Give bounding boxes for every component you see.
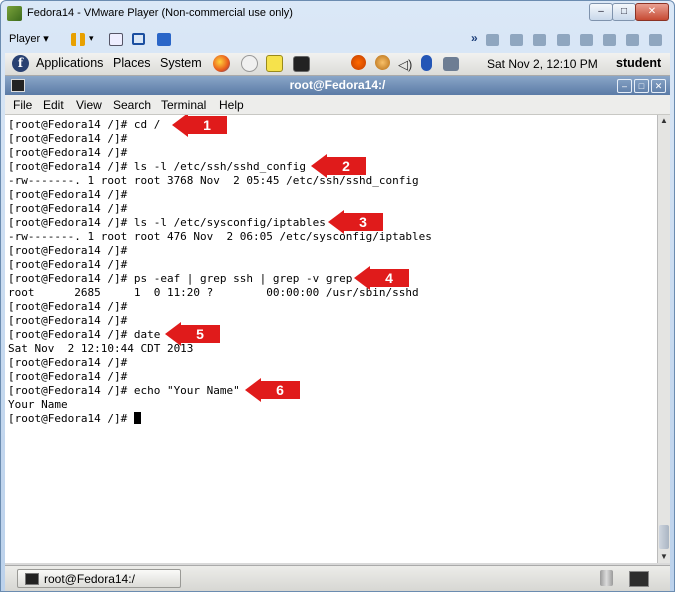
terminal-output[interactable]: [root@Fedora14 /]# cd / [root@Fedora14 /… — [5, 115, 657, 563]
trash-icon[interactable] — [600, 570, 613, 586]
terminal-prompt-line: [root@Fedora14 /]# — [8, 412, 432, 426]
terminal-line: [root@Fedora14 /]# — [8, 300, 128, 313]
workspace-switcher-icon[interactable] — [629, 571, 649, 587]
vmware-player-window: Fedora14 - VMware Player (Non-commercial… — [0, 0, 675, 592]
annotation-number: 4 — [369, 269, 409, 287]
text-editor-icon[interactable] — [266, 55, 283, 72]
evolution-mail-icon[interactable] — [241, 55, 258, 72]
volume-icon[interactable]: ◁) — [398, 57, 412, 73]
panel-user-name[interactable]: student — [616, 56, 661, 70]
terminal-line: -rw-------. 1 root root 3768 Nov 2 05:45… — [8, 174, 419, 187]
terminal-line: Your Name — [8, 398, 68, 411]
gnome-bottom-panel: root@Fedora14:/ — [5, 565, 670, 591]
player-menu-button[interactable]: Player ▾ — [9, 32, 49, 45]
text-cursor — [133, 412, 141, 424]
taskbar-item-label: root@Fedora14:/ — [44, 572, 135, 586]
annotation-number: 6 — [260, 381, 300, 399]
terminal-maximize-button[interactable]: □ — [634, 79, 649, 93]
more-devices-icon[interactable]: » — [471, 31, 478, 45]
terminal-titlebar[interactable]: root@Fedora14:/ – □ ✕ — [5, 76, 670, 95]
fedora-logo-icon[interactable]: f — [12, 55, 29, 72]
firefox-icon[interactable] — [213, 55, 230, 72]
terminal-line: [root@Fedora14 /]# — [8, 188, 128, 201]
places-menu[interactable]: Places — [113, 56, 151, 70]
arrow-left-icon — [172, 115, 188, 137]
applications-menu[interactable]: Applications — [36, 56, 103, 70]
taskbar-item-terminal[interactable]: root@Fedora14:/ — [17, 569, 181, 588]
close-button[interactable]: ✕ — [635, 3, 669, 21]
terminal-minimize-button[interactable]: – — [617, 79, 632, 93]
terminal-close-button[interactable]: ✕ — [651, 79, 666, 93]
sound-card-icon[interactable] — [626, 34, 639, 46]
printer-icon[interactable] — [580, 34, 593, 46]
system-menu[interactable]: System — [160, 56, 202, 70]
message-log-icon[interactable] — [649, 34, 662, 46]
arrow-left-icon — [245, 378, 261, 402]
arrow-left-icon — [354, 266, 370, 290]
terminal-title: root@Fedora14:/ — [289, 78, 386, 92]
network-manager-icon[interactable] — [375, 55, 390, 70]
hard-disk-icon[interactable] — [486, 34, 499, 46]
scroll-down-icon[interactable]: ▼ — [658, 551, 670, 563]
floppy-icon[interactable] — [533, 34, 546, 46]
vmware-toolbar: Player ▾ ▾ » — [5, 30, 669, 52]
vmware-titlebar[interactable]: Fedora14 - VMware Player (Non-commercial… — [1, 1, 674, 27]
annotation-number: 5 — [180, 325, 220, 343]
gnome-top-panel: f Applications Places System ◁) Sat Nov … — [5, 53, 670, 76]
terminal-menubar: File Edit View Search Terminal Help — [5, 95, 670, 115]
terminal-prompt: [root@Fedora14 /]# — [8, 412, 134, 425]
display-icon[interactable] — [443, 57, 459, 71]
terminal-line: [root@Fedora14 /]# — [8, 244, 128, 257]
maximize-button[interactable]: □ — [612, 3, 636, 21]
network-adapter-icon[interactable] — [557, 34, 570, 46]
menu-view[interactable]: View — [76, 98, 102, 112]
pause-icon[interactable] — [71, 33, 85, 46]
panel-clock[interactable]: Sat Nov 2, 12:10 PM — [487, 57, 598, 71]
terminal-line: [root@Fedora14 /]# — [8, 356, 128, 369]
bluetooth-icon[interactable] — [421, 55, 432, 71]
vmware-window-title: Fedora14 - VMware Player (Non-commercial… — [27, 7, 293, 19]
menu-terminal[interactable]: Terminal — [161, 98, 206, 112]
menu-search[interactable]: Search — [113, 98, 151, 112]
chevron-down-icon[interactable]: ▾ — [89, 33, 94, 44]
terminal-line: [root@Fedora14 /]# ls -l /etc/ssh/sshd_c… — [8, 160, 307, 173]
arrow-left-icon — [311, 154, 327, 178]
menu-file[interactable]: File — [13, 98, 32, 112]
unity-icon[interactable] — [157, 33, 171, 46]
terminal-line: [root@Fedora14 /]# — [8, 132, 128, 145]
scroll-up-icon[interactable]: ▲ — [658, 115, 670, 127]
menu-help[interactable]: Help — [219, 98, 244, 112]
arrow-left-icon — [328, 210, 344, 234]
annotation-number: 3 — [343, 213, 383, 231]
guest-display[interactable]: f Applications Places System ◁) Sat Nov … — [5, 53, 670, 591]
minimize-button[interactable]: – — [589, 3, 613, 21]
terminal-line: -rw-------. 1 root root 476 Nov 2 06:05 … — [8, 230, 432, 243]
terminal-line: [root@Fedora14 /]# echo "Your Name" — [8, 384, 240, 397]
usb-icon[interactable] — [603, 34, 616, 46]
terminal-icon — [25, 573, 39, 585]
send-ctrl-alt-del-icon[interactable] — [109, 33, 123, 46]
arrow-left-icon — [165, 322, 181, 346]
terminal-line: [root@Fedora14 /]# — [8, 146, 128, 159]
cd-drive-icon[interactable] — [510, 34, 523, 46]
menu-edit[interactable]: Edit — [43, 98, 64, 112]
terminal-launcher-icon[interactable] — [293, 56, 310, 72]
fullscreen-icon[interactable] — [132, 33, 145, 45]
terminal-scrollbar[interactable]: ▲ ▼ — [657, 115, 670, 563]
terminal-line: Sat Nov 2 12:10:44 CDT 2013 — [8, 342, 194, 355]
software-update-icon[interactable] — [351, 55, 366, 70]
scrollbar-thumb[interactable] — [659, 525, 669, 549]
terminal-line: [root@Fedora14 /]# — [8, 370, 128, 383]
annotation-number: 2 — [326, 157, 366, 175]
vmware-app-icon — [7, 6, 22, 21]
annotation-number: 1 — [187, 116, 227, 134]
